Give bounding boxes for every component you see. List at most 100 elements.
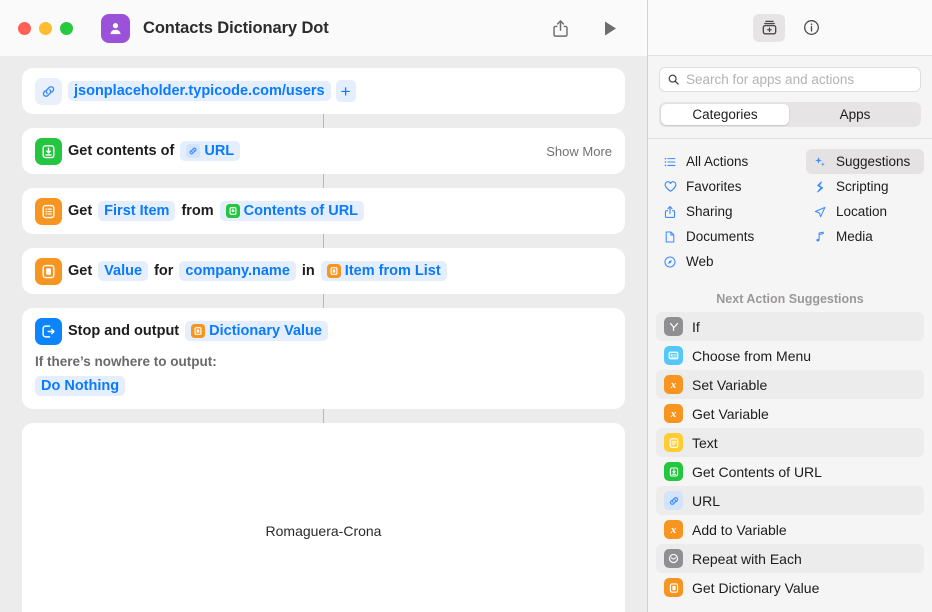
action-card-get-contents-of-url[interactable]: Get contents of URL Show More xyxy=(22,128,625,174)
suggestion-item-get-dictionary-value[interactable]: Get Dictionary Value xyxy=(656,573,924,602)
exit-arrow-glyph-icon xyxy=(42,324,55,338)
category-label: Scripting xyxy=(836,179,889,194)
library-segmented-control[interactable]: Categories Apps xyxy=(659,102,921,127)
search-icon xyxy=(668,74,679,85)
tab-categories[interactable]: Categories xyxy=(661,104,789,125)
traffic-lights[interactable] xyxy=(18,21,73,35)
list-bullet-icon xyxy=(662,155,678,169)
action-label: Stop and output xyxy=(68,323,180,339)
suggestion-label: Repeat with Each xyxy=(692,550,802,567)
info-button[interactable] xyxy=(795,14,827,42)
scripting-icon xyxy=(812,180,828,194)
minimize-button[interactable] xyxy=(39,21,52,35)
suggestion-item-repeat-with-each[interactable]: Repeat with Each xyxy=(656,544,924,573)
dictionary-mini-icon xyxy=(326,264,341,278)
suggestion-item-text[interactable]: Text xyxy=(656,428,924,457)
dictionary-value-token[interactable]: Dictionary Value xyxy=(185,321,328,341)
value-token[interactable]: Value xyxy=(98,261,149,281)
suggestion-label: Text xyxy=(692,434,718,451)
dictionary-value-token-label: Dictionary Value xyxy=(209,323,322,339)
location-arrow-icon xyxy=(812,205,828,219)
editor-pane: Contacts Dictionary Dot jsonplaceholder.… xyxy=(0,0,648,612)
suggestion-label: URL xyxy=(692,492,721,509)
suggestion-item-get-contents-of-url[interactable]: Get Contents of URL xyxy=(656,457,924,486)
dictionary-glyph-icon xyxy=(42,264,55,278)
category-label: Location xyxy=(836,204,888,219)
category-all-actions[interactable]: All Actions xyxy=(656,149,806,174)
menu-icon xyxy=(664,346,683,365)
search-placeholder: Search for apps and actions xyxy=(686,72,855,87)
suggestion-item-get-variable[interactable]: x Get Variable xyxy=(656,399,924,428)
share-icon xyxy=(552,19,568,37)
category-documents[interactable]: Documents xyxy=(656,224,806,249)
search-input[interactable]: Search for apps and actions xyxy=(659,67,921,92)
share-icon xyxy=(662,205,678,219)
connector-line xyxy=(322,174,325,188)
url-token[interactable]: URL xyxy=(180,141,241,161)
url-value-token[interactable]: jsonplaceholder.typicode.com/users xyxy=(68,81,331,101)
suggestion-label: Get Contents of URL xyxy=(692,463,822,480)
contents-of-url-token[interactable]: Contents of URL xyxy=(219,201,365,221)
suggestion-item-set-variable[interactable]: x Set Variable xyxy=(656,370,924,399)
suggestion-item-choose-from-menu[interactable]: Choose from Menu xyxy=(656,341,924,370)
fallback-option-row[interactable]: Do Nothing xyxy=(22,376,625,396)
suggestions-header: Next Action Suggestions xyxy=(716,292,864,306)
close-button[interactable] xyxy=(18,21,31,35)
dictionary-mini-icon xyxy=(191,324,206,338)
get-contents-of-url-icon xyxy=(35,137,62,165)
suggestion-label: Get Dictionary Value xyxy=(692,579,820,596)
suggestions-list: If Choose from Menu x Set Variable x Get… xyxy=(648,312,932,612)
page-title: Contacts Dictionary Dot xyxy=(143,18,329,37)
category-media[interactable]: Media xyxy=(806,224,924,249)
category-scripting[interactable]: Scripting xyxy=(806,174,924,199)
category-web[interactable]: Web xyxy=(656,249,806,274)
action-card-url[interactable]: jsonplaceholder.typicode.com/users + xyxy=(22,68,625,114)
suggestion-label: Set Variable xyxy=(692,376,768,393)
contents-of-url-token-label: Contents of URL xyxy=(243,203,359,219)
add-action-library-button[interactable] xyxy=(753,13,785,42)
action-card-stop-and-output[interactable]: Stop and output Dictionary Value If ther… xyxy=(22,308,625,409)
play-icon xyxy=(604,21,616,35)
suggestion-item-if[interactable]: If xyxy=(656,312,924,341)
first-item-token[interactable]: First Item xyxy=(98,201,176,221)
action-label-get: Get xyxy=(68,263,93,279)
link-icon xyxy=(664,491,683,510)
suggestion-item-url[interactable]: URL xyxy=(656,486,924,515)
if-icon xyxy=(664,317,683,336)
result-value: Romaguera-Crona xyxy=(265,523,382,539)
category-suggestions[interactable]: Suggestions xyxy=(806,149,924,174)
key-path-token[interactable]: company.name xyxy=(179,261,296,281)
workflow-canvas: jsonplaceholder.typicode.com/users + Get… xyxy=(0,56,647,612)
dictionary-icon xyxy=(35,257,62,285)
show-more-button[interactable]: Show More xyxy=(546,144,612,159)
item-from-list-token[interactable]: Item from List xyxy=(320,261,447,281)
connector-line xyxy=(322,409,325,423)
info-circle-icon xyxy=(803,20,819,35)
zoom-button[interactable] xyxy=(60,21,73,35)
run-button[interactable] xyxy=(593,13,627,43)
category-label: Documents xyxy=(686,229,755,244)
music-note-icon xyxy=(812,230,828,244)
suggestion-item-add-to-variable[interactable]: x Add to Variable xyxy=(656,515,924,544)
category-location[interactable]: Location xyxy=(806,199,924,224)
share-button[interactable] xyxy=(543,13,577,43)
suggestion-label: Add to Variable xyxy=(692,521,787,538)
action-label-from: from xyxy=(181,203,214,219)
action-card-get-dictionary-value[interactable]: Get Value for company.name in Item from … xyxy=(22,248,625,294)
action-card-get-item-from-list[interactable]: Get First Item from Contents of URL xyxy=(22,188,625,234)
category-sharing[interactable]: Sharing xyxy=(656,199,806,224)
tab-apps[interactable]: Apps xyxy=(791,104,919,125)
list-icon xyxy=(35,197,62,225)
categories-grid: All Actions Suggestions Favorites Script… xyxy=(648,139,932,284)
do-nothing-option[interactable]: Do Nothing xyxy=(35,376,126,396)
download-box-glyph-icon xyxy=(42,144,55,158)
suggestion-label: Get Variable xyxy=(692,405,769,422)
document-icon xyxy=(662,230,678,244)
contacts-person-icon xyxy=(110,22,121,34)
get-contents-of-url-icon xyxy=(664,462,683,481)
add-url-button[interactable]: + xyxy=(335,80,356,102)
search-container: Search for apps and actions xyxy=(648,56,932,92)
sparkles-icon xyxy=(812,155,828,169)
action-label-for: for xyxy=(154,263,174,279)
category-favorites[interactable]: Favorites xyxy=(656,174,806,199)
